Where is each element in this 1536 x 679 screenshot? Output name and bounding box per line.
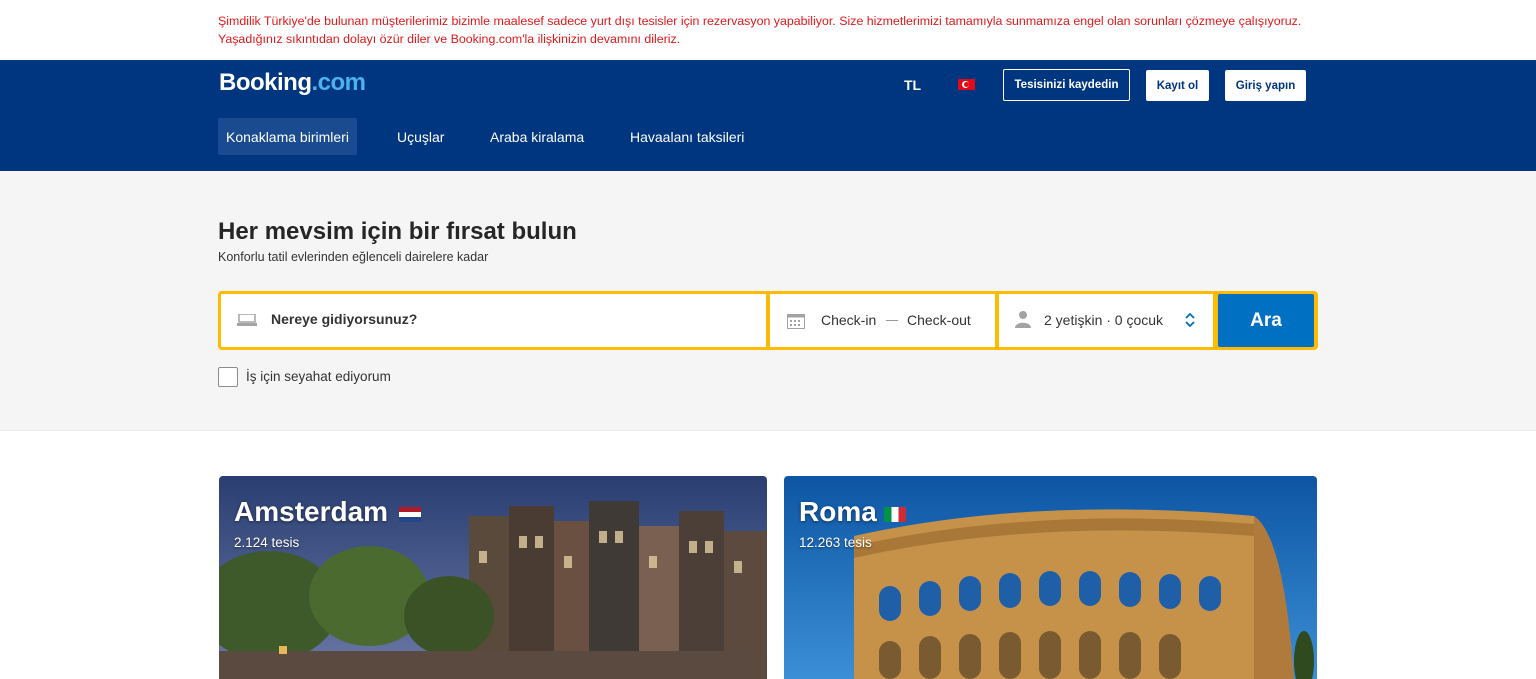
hero-subtitle: Konforlu tatil evlerinden eğlenceli dair…: [218, 250, 489, 264]
register-button[interactable]: Kayıt ol: [1146, 70, 1209, 101]
nav-tab-airport-taxis[interactable]: Havaalanı taksileri: [622, 118, 752, 155]
nav-tab-flights[interactable]: Uçuşlar: [389, 118, 452, 155]
hero-title: Her mevsim için bir fırsat bulun: [218, 218, 577, 245]
list-property-button[interactable]: Tesisinizi kaydedin: [1003, 69, 1130, 101]
destination-card-rome[interactable]: Roma 12.263 tesis: [784, 476, 1317, 679]
search-bar: Nereye gidiyorsunuz? Check-in Check-out …: [218, 291, 1318, 350]
person-icon: [1015, 311, 1031, 328]
nav-tab-stays[interactable]: Konaklama birimleri: [218, 118, 357, 155]
turkey-flag-icon[interactable]: [958, 79, 975, 90]
card-property-count: 12.263 tesis: [799, 535, 872, 550]
business-trip-checkbox[interactable]: [218, 367, 238, 387]
destination-field[interactable]: Nereye gidiyorsunuz?: [221, 294, 766, 347]
netherlands-flag-icon: [399, 507, 421, 522]
card-property-count: 2.124 tesis: [234, 535, 300, 550]
date-separator: [886, 320, 898, 321]
date-range-field[interactable]: Check-in Check-out: [770, 294, 995, 347]
warning-notice: Şimdilik Türkiye'de bulunan müşterilerim…: [218, 14, 1302, 46]
card-city-name: Roma: [799, 496, 877, 527]
booking-logo[interactable]: Booking.com: [219, 69, 366, 97]
checkin-label[interactable]: Check-in: [821, 312, 876, 328]
sign-in-button[interactable]: Giriş yapın: [1225, 70, 1306, 101]
guests-summary[interactable]: 2 yetişkin · 0 çocuk: [1044, 312, 1163, 328]
calendar-icon: [787, 314, 805, 329]
bed-icon: [237, 314, 257, 326]
chevron-up-down-icon[interactable]: [1185, 312, 1195, 328]
business-trip-label[interactable]: İş için seyahat ediyorum: [246, 369, 391, 384]
card-city-name: Amsterdam: [234, 496, 389, 527]
guests-field[interactable]: 2 yetişkin · 0 çocuk: [999, 294, 1213, 347]
destination-card-amsterdam[interactable]: Amsterdam 2.124 tesis: [219, 476, 767, 679]
italy-flag-icon: [884, 507, 906, 522]
destination-input[interactable]: Nereye gidiyorsunuz?: [271, 311, 417, 327]
checkout-label[interactable]: Check-out: [907, 312, 971, 328]
currency-selector[interactable]: TL: [904, 77, 921, 93]
search-button[interactable]: Ara: [1218, 294, 1314, 347]
nav-tab-car-rental[interactable]: Araba kiralama: [482, 118, 592, 155]
